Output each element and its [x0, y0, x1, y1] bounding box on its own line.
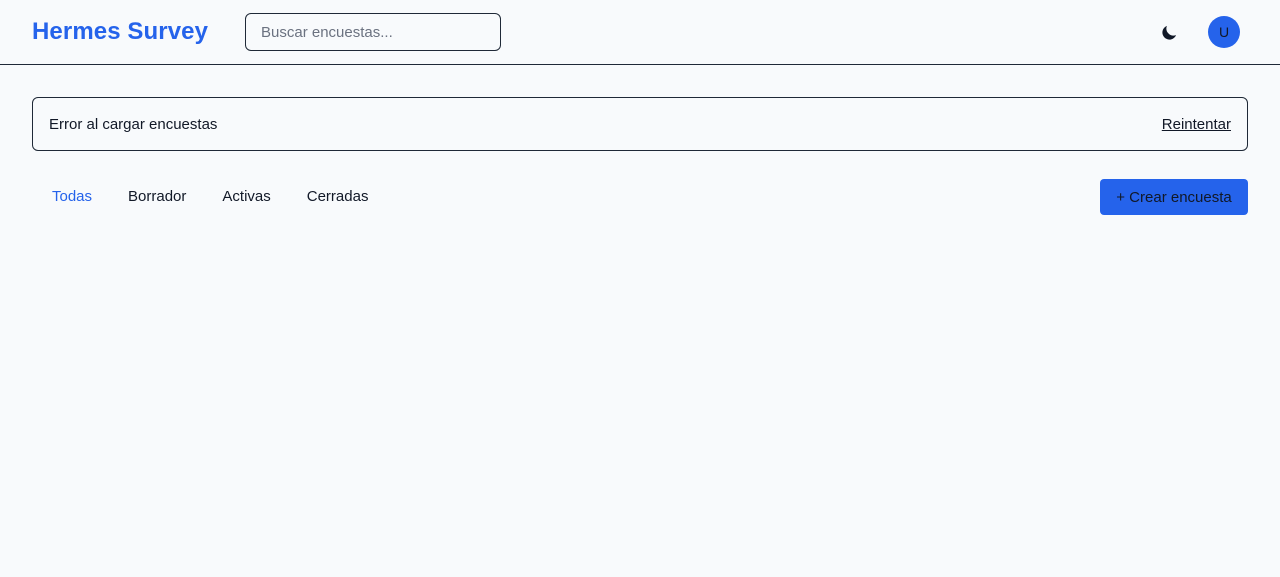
avatar[interactable]: U	[1208, 16, 1240, 48]
moon-icon	[1162, 25, 1177, 40]
top-bar: Hermes Survey U	[0, 0, 1280, 65]
app-brand[interactable]: Hermes Survey	[32, 16, 208, 48]
create-survey-button[interactable]: + Crear encuesta	[1100, 179, 1248, 215]
theme-toggle-button[interactable]	[1156, 20, 1182, 46]
tab-all[interactable]: Todas	[32, 179, 110, 215]
status-tabs: Todas Borrador Activas Cerradas	[32, 179, 386, 215]
error-message: Error al cargar encuestas	[49, 116, 218, 133]
tab-active[interactable]: Activas	[204, 179, 288, 215]
tab-closed[interactable]: Cerradas	[289, 179, 387, 215]
retry-button[interactable]: Reintentar	[1162, 115, 1231, 135]
tab-draft[interactable]: Borrador	[110, 179, 204, 215]
search-input[interactable]	[245, 13, 501, 51]
error-alert: Error al cargar encuestas Reintentar	[32, 97, 1248, 151]
